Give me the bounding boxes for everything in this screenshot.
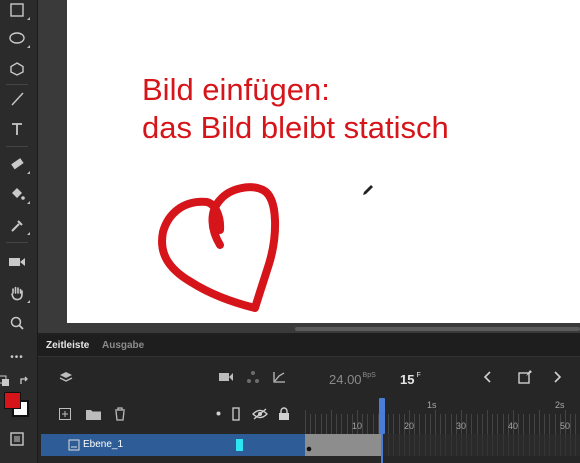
stage-canvas[interactable]: Bild einfügen: das Bild bleibt statisch: [67, 0, 580, 323]
heart-drawing[interactable]: [151, 176, 291, 321]
eraser-tool-icon[interactable]: [0, 151, 34, 177]
tools-panel: •••: [0, 0, 38, 463]
oval-tool-icon[interactable]: [0, 25, 34, 51]
ruler-second-1s: 1s: [427, 400, 437, 410]
ruler-label-30: 30: [456, 421, 467, 431]
ruler-ticks: [305, 410, 576, 434]
camera-icon[interactable]: [217, 369, 235, 385]
stage-text[interactable]: Bild einfügen: das Bild bleibt statisch: [142, 71, 449, 147]
fps-unit: BpS: [362, 372, 376, 379]
layer-parenting-icon[interactable]: [245, 369, 261, 385]
playhead-handle[interactable]: [379, 398, 385, 434]
frame-cells: [388, 434, 576, 456]
layer-row[interactable]: Ebene_1: [41, 434, 305, 456]
new-layer-icon[interactable]: [58, 407, 72, 421]
ruler-label-50: 50: [560, 421, 571, 431]
line-tool-icon[interactable]: [0, 86, 34, 112]
panel-tabs: Zeitleiste Ausgabe: [38, 335, 580, 357]
next-frame-icon[interactable]: [550, 369, 566, 385]
tab-zeitleiste[interactable]: Zeitleiste: [46, 340, 89, 351]
insert-keyframe-icon[interactable]: [516, 368, 534, 386]
new-folder-icon[interactable]: [85, 407, 101, 421]
paint-bucket-icon[interactable]: [0, 181, 34, 207]
stage-horizontal-scrollbar[interactable]: [295, 327, 580, 331]
more-tools-icon[interactable]: •••: [0, 344, 34, 370]
layer-color-swatch[interactable]: [236, 439, 243, 451]
pencil-cursor-icon: [363, 185, 373, 195]
eyedropper-icon[interactable]: [0, 212, 34, 238]
layer-type-icon: [67, 438, 81, 452]
ruler-label-40: 40: [508, 421, 519, 431]
layer-frames[interactable]: [305, 434, 580, 456]
previous-frame-icon[interactable]: [479, 369, 495, 385]
ruler-label-10: 10: [352, 421, 363, 431]
layers-icon[interactable]: [58, 369, 74, 385]
delete-icon[interactable]: [113, 406, 127, 422]
swap-arrow-icon[interactable]: [11, 368, 37, 394]
fps-value: 24.00: [329, 372, 362, 387]
timeline-toolbar: [38, 358, 580, 398]
rectangle-tool-icon[interactable]: [0, 0, 34, 23]
zoom-tool-icon[interactable]: [0, 310, 34, 336]
frame-unit: F: [416, 372, 421, 379]
stage-text-line1: Bild einfügen:: [142, 72, 330, 107]
graph-editor-icon[interactable]: [271, 369, 287, 385]
stage-area: Bild einfügen: das Bild bleibt statisch: [38, 0, 580, 333]
fill-color-swatch[interactable]: [4, 392, 21, 409]
ruler-second-2s: 2s: [555, 400, 565, 410]
camera-icon[interactable]: [0, 249, 34, 275]
frame-rate-display[interactable]: 24.00BpS: [329, 372, 376, 387]
highlight-dot-icon[interactable]: [214, 409, 222, 417]
frame-ruler[interactable]: 1s 2s 10 20 30 40 50: [305, 398, 580, 434]
timeline-panel: Zeitleiste Ausgabe 24.00BpS 15 F 1s 2s 1…: [38, 335, 580, 463]
current-frame-display[interactable]: 15 F: [400, 372, 421, 387]
text-tool-icon[interactable]: [0, 116, 34, 142]
polystar-tool-icon[interactable]: [0, 56, 34, 82]
stage-text-line2: das Bild bleibt statisch: [142, 110, 449, 145]
hand-tool-icon[interactable]: [0, 280, 34, 306]
visibility-toggle-icon[interactable]: [251, 406, 269, 422]
tab-ausgabe[interactable]: Ausgabe: [102, 340, 144, 351]
ruler-label-20: 20: [404, 421, 415, 431]
object-drawing-icon[interactable]: [0, 426, 34, 452]
lock-toggle-icon[interactable]: [277, 406, 291, 422]
outline-toggle-icon[interactable]: [231, 406, 241, 422]
current-frame-value: 15: [400, 372, 415, 387]
layer-name[interactable]: Ebene_1: [83, 439, 123, 450]
